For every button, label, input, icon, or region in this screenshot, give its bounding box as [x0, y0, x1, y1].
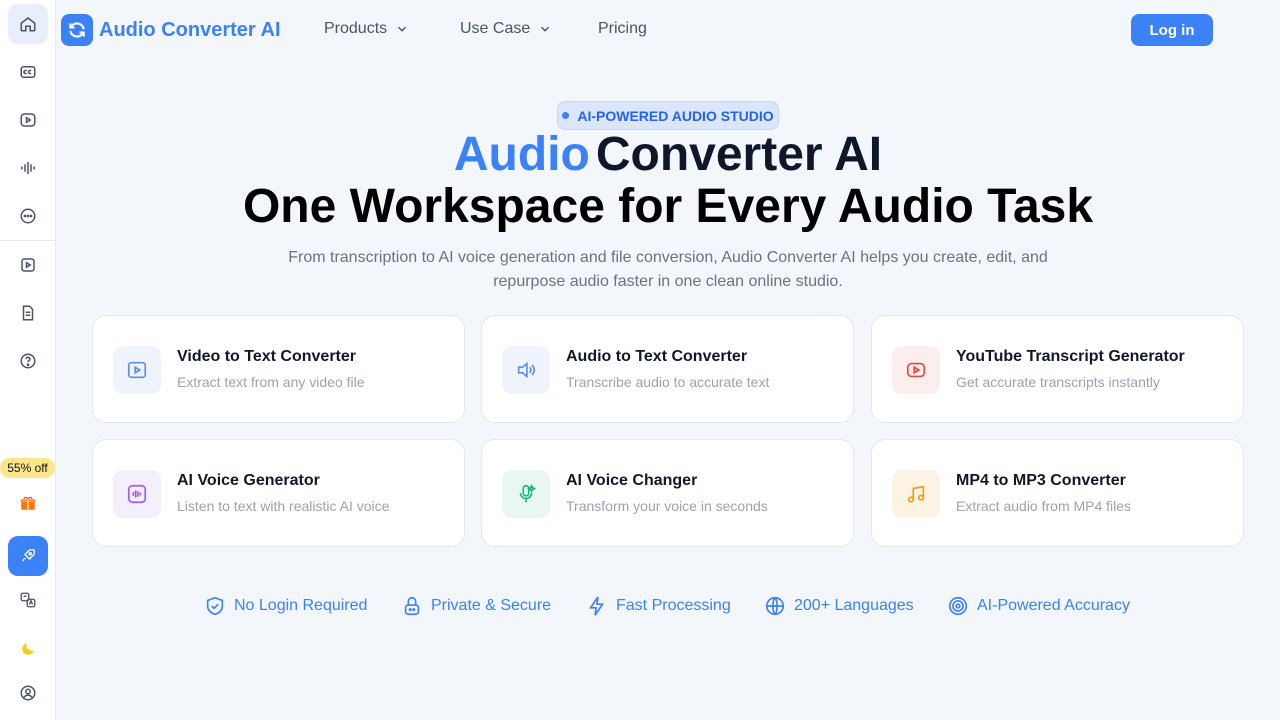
more-icon[interactable] — [8, 196, 48, 236]
nav-pricing-label: Pricing — [598, 20, 647, 37]
nav-use-case-label: Use Case — [460, 20, 531, 37]
feature-label: 200+ Languages — [794, 597, 914, 614]
nav-use-case[interactable]: Use Case — [460, 20, 552, 38]
hero-subtitle: From transcription to AI voice generatio… — [288, 249, 1048, 290]
lock-icon — [404, 596, 420, 616]
card-desc: Listen to text with realistic AI voice — [177, 498, 390, 514]
music-note-icon — [892, 470, 940, 518]
header: Audio Converter AI Products Use Case Pri… — [56, 0, 1280, 60]
feature-private-secure: Private & Secure — [401, 595, 551, 617]
card-ai-voice-changer[interactable]: AI Voice Changer Transform your voice in… — [481, 439, 854, 547]
sidebar: 55% off — [0, 0, 56, 720]
feature-fast-processing: Fast Processing — [586, 595, 731, 617]
card-title: AI Voice Generator — [177, 472, 320, 489]
shield-check-icon — [206, 596, 224, 616]
speaker-icon — [502, 346, 550, 394]
card-ai-voice-generator[interactable]: AI Voice Generator Listen to text with r… — [92, 439, 465, 547]
hero-title-line2: One Workspace for Every Audio Task — [242, 180, 1094, 233]
discount-badge[interactable]: 55% off — [0, 458, 55, 478]
badge-label: AI-POWERED AUDIO STUDIO — [577, 107, 774, 124]
card-desc: Extract text from any video file — [177, 374, 365, 390]
document-icon[interactable] — [8, 293, 48, 333]
youtube-icon — [892, 346, 940, 394]
feature-label: No Login Required — [234, 597, 368, 614]
moon-icon[interactable] — [8, 629, 48, 669]
help-icon[interactable] — [8, 341, 48, 381]
microphone-icon — [502, 470, 550, 518]
logo-text: Audio Converter AI — [99, 18, 281, 41]
logo[interactable]: Audio Converter AI — [61, 14, 281, 46]
user-icon[interactable] — [8, 673, 48, 713]
voice-wave-icon — [113, 470, 161, 518]
card-title: Audio to Text Converter — [566, 348, 748, 365]
target-icon — [948, 596, 968, 616]
nav-products[interactable]: Products — [324, 20, 409, 38]
hero-title: Audio Converter AI — [56, 128, 1280, 182]
rocket-icon[interactable] — [8, 536, 48, 576]
feature-label: AI-Powered Accuracy — [977, 597, 1130, 614]
video-text-icon — [113, 346, 161, 394]
translate-icon[interactable] — [8, 580, 48, 620]
refresh-logo-icon — [61, 14, 93, 46]
card-mp4-to-mp3[interactable]: MP4 to MP3 Converter Extract audio from … — [871, 439, 1244, 547]
audio-wave-icon[interactable] — [8, 148, 48, 188]
hero-badge: AI-POWERED AUDIO STUDIO — [557, 101, 779, 130]
feature-no-login: No Login Required — [204, 595, 367, 617]
gift-icon[interactable] — [8, 483, 48, 523]
lightning-icon — [589, 596, 605, 616]
feature-languages: 200+ Languages — [764, 595, 914, 617]
feature-label: Fast Processing — [616, 597, 731, 614]
card-audio-to-text[interactable]: Audio to Text Converter Transcribe audio… — [481, 315, 854, 423]
card-title: Video to Text Converter — [177, 348, 356, 365]
badge-dot — [562, 112, 570, 119]
chevron-down-icon — [398, 26, 407, 32]
hero-title-accent: Audio — [453, 128, 590, 181]
card-title: MP4 to MP3 Converter — [956, 472, 1126, 489]
feature-ai-accuracy: AI-Powered Accuracy — [947, 595, 1130, 617]
hero-title-rest: Converter AI — [595, 128, 883, 181]
card-desc: Transcribe audio to accurate text — [566, 374, 770, 390]
nav-pricing[interactable]: Pricing — [598, 20, 647, 38]
chevron-down-icon — [541, 26, 550, 32]
card-desc: Get accurate transcripts instantly — [956, 374, 1160, 390]
login-button[interactable]: Log in — [1131, 14, 1213, 46]
card-desc: Transform your voice in seconds — [566, 498, 768, 514]
sidebar-divider — [0, 240, 56, 241]
card-video-to-text[interactable]: Video to Text Converter Extract text fro… — [92, 315, 465, 423]
home-icon[interactable] — [8, 4, 48, 44]
video-text-icon[interactable] — [8, 245, 48, 285]
feature-label: Private & Secure — [431, 597, 552, 614]
nav-products-label: Products — [324, 20, 388, 37]
card-desc: Extract audio from MP4 files — [956, 498, 1132, 514]
captions-icon[interactable] — [8, 52, 48, 92]
card-title: YouTube Transcript Generator — [956, 348, 1185, 365]
card-title: AI Voice Changer — [566, 472, 698, 489]
video-play-icon[interactable] — [8, 100, 48, 140]
card-youtube-transcript[interactable]: YouTube Transcript Generator Get accurat… — [871, 315, 1244, 423]
globe-icon — [765, 596, 785, 616]
